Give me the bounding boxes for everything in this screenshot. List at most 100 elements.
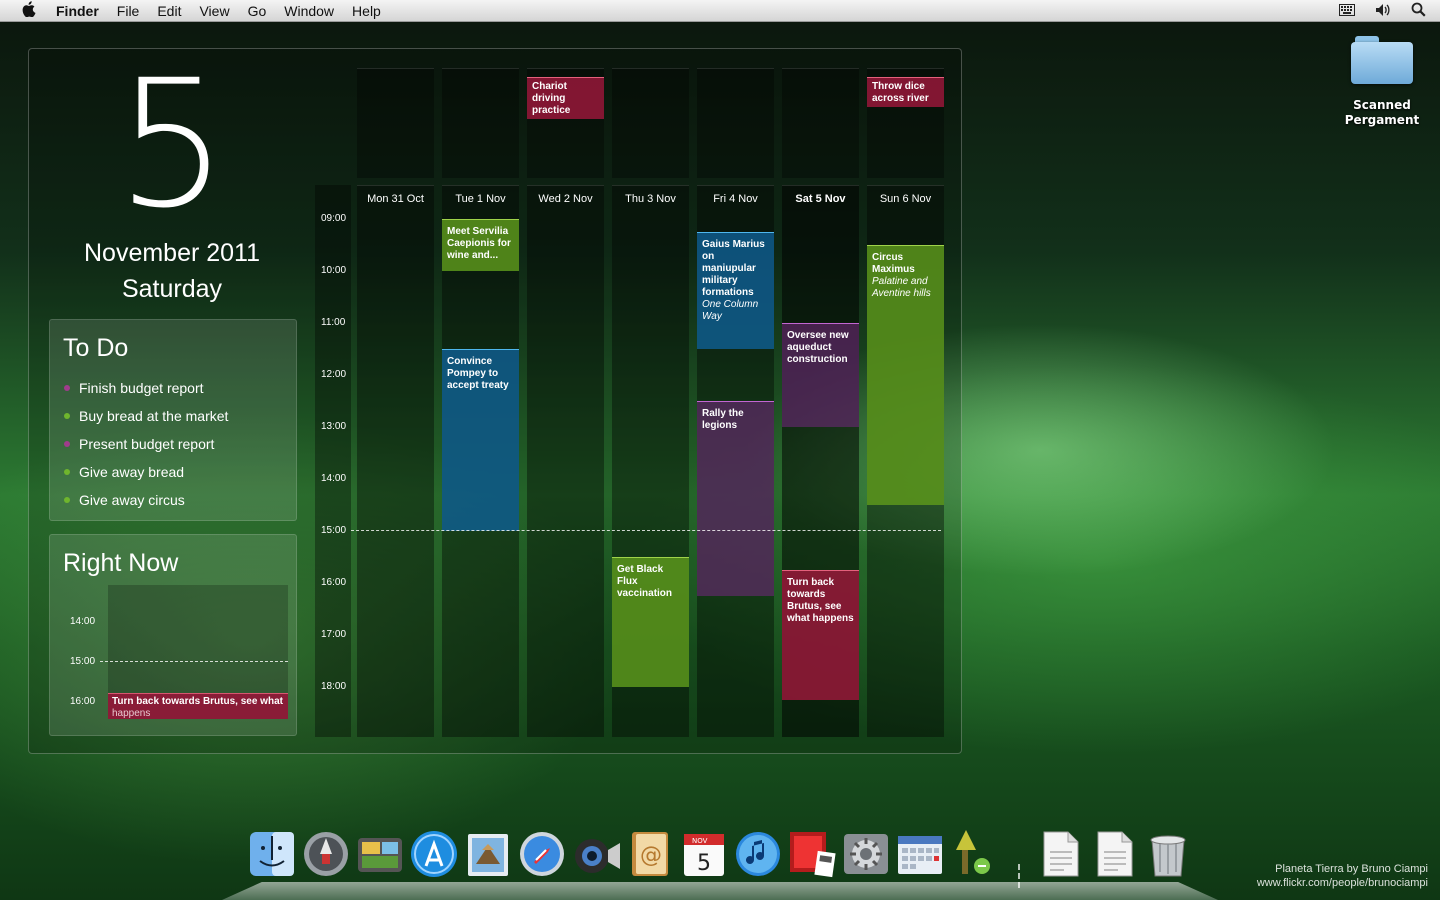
time-label: 12:00 [321,369,347,380]
svg-text:NOV: NOV [692,837,708,845]
image-capture-icon[interactable] [354,826,406,882]
event-title: Oversee new aqueduct construction [787,330,849,365]
menu-bar: Finder File Edit View Go Window Help [0,0,1440,22]
calendar-event[interactable]: Meet Servilia Caepionis for wine and... [442,219,519,271]
event-title: Gaius Marius on maniupular military form… [702,239,765,298]
event-title: Chariot driving practice [532,81,571,116]
calendar-event[interactable]: Circus Maximus Palatine and Aventine hill… [867,245,944,505]
right-now-time-label: 14:00 [70,616,96,627]
month-year: November 2011 [83,239,261,267]
todo-item-text: Give away circus [79,492,185,508]
menu-view[interactable]: View [199,3,229,19]
menu-app-name[interactable]: Finder [56,3,99,19]
todo-item[interactable]: Finish budget report [64,374,228,402]
keyboard-icon[interactable] [1339,3,1355,19]
day-header[interactable]: Thu 3 Nov [612,193,689,205]
event-location: One Column Way [702,299,759,322]
system-preferences-icon[interactable] [840,826,892,882]
day-header[interactable]: Fri 4 Nov [697,193,774,205]
document-icon[interactable] [1034,826,1086,882]
calendar-widget: 5 November 2011 Saturday To Do Finish bu… [28,48,962,754]
event-title: Convince Pompey to accept treaty [447,356,509,391]
trash-icon[interactable] [1142,826,1194,882]
menu-edit[interactable]: Edit [157,3,181,19]
spotlight-icon[interactable] [1411,2,1426,20]
todo-item[interactable]: Buy bread at the market [64,402,228,430]
menu-help[interactable]: Help [352,3,381,19]
event-location: Palatine and Aventine hills [872,276,931,299]
day-column[interactable]: Wed 2 Nov [527,185,604,737]
right-now-event-rest: happens [112,708,151,719]
facetime-icon[interactable] [570,826,622,882]
day-header[interactable]: Sun 6 Nov [867,193,944,205]
bullet-icon [64,413,70,419]
time-label: 15:00 [321,525,347,536]
day-header[interactable]: Sat 5 Nov [782,193,859,205]
volume-icon[interactable] [1375,3,1391,20]
right-now-event[interactable]: Turn back towards Brutus, see what happe… [108,693,288,719]
all-day-event[interactable]: Chariot driving practice [527,77,604,119]
calendar-event[interactable]: Convince Pompey to accept treaty [442,349,519,531]
day-header[interactable]: Wed 2 Nov [527,193,604,205]
right-now-title: Right Now [63,549,179,577]
menu-window[interactable]: Window [284,3,334,19]
dock-shelf [222,882,1218,900]
mail-icon[interactable] [462,826,514,882]
calendar-icon[interactable]: NOV 5 [678,826,730,882]
svg-text:5: 5 [697,851,711,876]
calendar-event[interactable]: Rally the legions [697,401,774,596]
folder-icon [1351,36,1413,84]
calendar-event[interactable]: Gaius Marius on maniupular military form… [697,232,774,349]
all-day-cell[interactable] [697,68,774,178]
time-axis: 09:00 10:00 11:00 12:00 13:00 14:00 15:00 16:00… [315,185,351,737]
calendar-event[interactable]: Get Black Flux vaccination [612,557,689,687]
weekday: Saturday [121,275,223,303]
all-day-cell[interactable] [612,68,689,178]
desktop-folder[interactable]: Scanned Pergament [1338,36,1426,128]
todo-item[interactable]: Give away circus [64,486,228,514]
calendar-widget-icon[interactable] [894,826,946,882]
big-day-number: 5 [116,42,228,247]
all-day-cell[interactable] [357,68,434,178]
svg-text:@: @ [640,843,662,868]
calendar-event[interactable]: Oversee new aqueduct construction [782,323,859,427]
time-label: 13:00 [321,421,347,432]
preview-icon[interactable] [948,826,1000,882]
menu-go[interactable]: Go [248,3,267,19]
bullet-icon [64,385,70,391]
all-day-cell[interactable] [782,68,859,178]
itunes-icon[interactable] [732,826,784,882]
bullet-icon [64,469,70,475]
all-day-cell[interactable] [442,68,519,178]
todo-list: Finish budget report Buy bread at the ma… [64,374,228,514]
calendar-event[interactable]: Turn back towards Brutus, see what happe… [782,570,859,700]
credit-line: www.flickr.com/people/brunociampi [1256,877,1428,889]
current-time-line [100,661,288,662]
menu-file[interactable]: File [117,3,140,19]
address-book-icon[interactable]: @ [624,826,676,882]
todo-item-text: Give away bread [79,464,185,480]
current-time-line [351,530,941,531]
event-title: Throw dice across river [872,81,929,104]
todo-item-text: Buy bread at the market [79,408,229,424]
time-label: 18:00 [321,681,347,692]
document-icon[interactable] [1088,826,1140,882]
apple-menu-icon[interactable] [18,0,40,21]
todo-item[interactable]: Give away bread [64,458,228,486]
day-column[interactable]: Mon 31 Oct [357,185,434,737]
app-store-icon[interactable] [408,826,460,882]
day-header[interactable]: Tue 1 Nov [442,193,519,205]
event-title: Meet Servilia Caepionis for wine and... [447,226,511,261]
todo-item[interactable]: Present budget report [64,430,228,458]
day-header[interactable]: Mon 31 Oct [357,193,434,205]
photo-booth-icon[interactable] [786,826,838,882]
all-day-event[interactable]: Throw dice across river [867,77,944,107]
todo-item-text: Finish budget report [79,380,204,396]
launchpad-icon[interactable] [300,826,352,882]
event-title: Circus Maximus [872,252,915,275]
safari-icon[interactable] [516,826,568,882]
right-now-time-label: 15:00 [70,656,96,667]
event-title: Turn back towards Brutus, see what happe… [787,577,854,624]
time-label: 17:00 [321,629,347,640]
finder-icon[interactable] [246,826,298,882]
